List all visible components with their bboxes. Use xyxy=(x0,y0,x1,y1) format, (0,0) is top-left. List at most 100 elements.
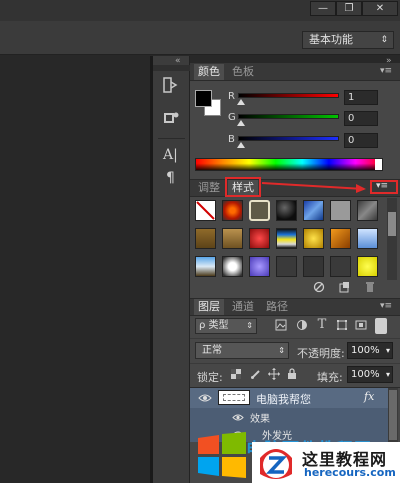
layer-filter-select[interactable]: ρ 类型 ⇕ xyxy=(195,318,257,334)
b-slider-handle[interactable] xyxy=(237,142,245,148)
workspace-value: 基本功能 xyxy=(309,33,353,46)
blend-mode-value: 正常 xyxy=(202,345,222,356)
b-label: B xyxy=(228,134,235,145)
filter-smart-object-icon[interactable] xyxy=(353,319,369,333)
style-swatch-splatter[interactable] xyxy=(222,256,243,277)
updown-arrow-icon: ⇕ xyxy=(380,35,388,45)
close-button[interactable]: ✕ xyxy=(362,1,398,16)
tab-swatches[interactable]: 色板 xyxy=(228,64,258,80)
fill-label: 填充: xyxy=(317,371,343,384)
blend-mode-select[interactable]: 正常 ⇕ xyxy=(195,342,289,359)
filter-shape-icon[interactable] xyxy=(334,319,350,333)
opacity-value: 100% xyxy=(351,345,380,356)
visibility-eye-icon[interactable] xyxy=(198,393,212,403)
delete-style-icon[interactable] xyxy=(362,281,378,295)
watermark-domain-text: herecours.com xyxy=(304,466,396,479)
style-swatch-dark-2[interactable] xyxy=(303,256,324,277)
tab-adjustments[interactable]: 调整 xyxy=(194,180,224,196)
style-swatch-selected[interactable] xyxy=(249,200,270,221)
lock-all-icon[interactable] xyxy=(284,368,300,382)
workspace-switcher[interactable]: 基本功能 ⇕ xyxy=(302,31,394,49)
g-slider-track[interactable] xyxy=(238,114,339,119)
effects-eye-icon[interactable] xyxy=(232,412,244,421)
styles-scrollbar-track[interactable] xyxy=(387,198,397,280)
windows-logo-icon xyxy=(196,432,248,478)
foreground-color-swatch[interactable] xyxy=(195,90,212,107)
style-swatch-rainbow[interactable] xyxy=(276,228,297,249)
style-swatch-landscape[interactable] xyxy=(195,256,216,277)
r-slider-track[interactable] xyxy=(238,93,339,98)
panel-menu-icon[interactable]: ▾≡ xyxy=(380,66,392,76)
lock-pixels-icon[interactable] xyxy=(248,368,264,382)
styles-panel-menu-icon[interactable]: ▾≡ xyxy=(376,181,388,191)
opacity-label: 不透明度: xyxy=(297,347,345,360)
styles-scrollbar-thumb[interactable] xyxy=(388,212,396,236)
style-swatch-fire[interactable] xyxy=(222,200,243,221)
character-icon[interactable]: A| xyxy=(163,147,178,163)
r-value-field[interactable]: 1 xyxy=(344,90,378,105)
filter-pixel-icon[interactable] xyxy=(273,319,289,333)
style-swatch-blue-chrome[interactable] xyxy=(303,200,324,221)
style-swatch-wood[interactable] xyxy=(222,228,243,249)
chevron-down-icon[interactable]: ▾ xyxy=(386,367,390,382)
paragraph-icon[interactable]: ¶ xyxy=(166,170,175,186)
fx-icon[interactable]: fx xyxy=(364,390,374,403)
brand-z-logo-icon xyxy=(256,444,296,482)
tab-color[interactable]: 颜色 xyxy=(194,64,224,80)
chevron-down-icon[interactable]: ▾ xyxy=(386,343,390,358)
g-slider-handle[interactable] xyxy=(237,120,245,126)
filter-adjustment-icon[interactable] xyxy=(294,319,310,333)
effects-row[interactable] xyxy=(190,408,388,426)
lock-position-icon[interactable] xyxy=(266,368,282,382)
style-swatch-sky[interactable] xyxy=(357,228,378,249)
layer-filter-label: ρ 类型 xyxy=(199,320,229,331)
color-spectrum-ramp[interactable] xyxy=(195,158,383,171)
style-none-swatch[interactable] xyxy=(195,200,216,221)
info-icon[interactable] xyxy=(162,109,180,127)
r-slider-handle[interactable] xyxy=(237,99,245,105)
history-icon[interactable] xyxy=(162,76,180,94)
dock-strip xyxy=(153,65,190,71)
lock-label: 锁定: xyxy=(197,371,223,384)
restore-button[interactable]: ❐ xyxy=(336,1,362,16)
new-style-icon[interactable] xyxy=(336,281,352,295)
dock-divider xyxy=(158,138,185,139)
tab-channels[interactable]: 通道 xyxy=(228,299,258,315)
updown-arrow-icon: ⇕ xyxy=(246,321,253,330)
fill-field[interactable]: 100% ▾ xyxy=(347,366,393,383)
layer-name[interactable]: 电脑我帮您 xyxy=(256,391,311,407)
layers-divider-2 xyxy=(190,363,400,364)
document-canvas[interactable] xyxy=(0,56,153,483)
updown-arrow-icon: ⇕ xyxy=(278,346,285,355)
style-swatch-black-glass[interactable] xyxy=(276,200,297,221)
style-swatch-yellow[interactable] xyxy=(357,256,378,277)
b-value-field[interactable]: 0 xyxy=(344,133,378,148)
opacity-field[interactable]: 100% ▾ xyxy=(347,342,393,359)
b-slider-track[interactable] xyxy=(238,136,339,141)
spectrum-white-end[interactable] xyxy=(375,159,382,170)
layers-scrollbar-thumb[interactable] xyxy=(389,390,397,440)
g-label: G xyxy=(228,112,236,123)
tab-layers[interactable]: 图层 xyxy=(194,299,224,315)
style-swatch-purple[interactable] xyxy=(249,256,270,277)
style-swatch-orange-gradient[interactable] xyxy=(330,228,351,249)
tab-paths[interactable]: 路径 xyxy=(262,299,292,315)
g-value-field[interactable]: 0 xyxy=(344,111,378,126)
filter-type-icon[interactable]: T xyxy=(314,318,330,332)
style-swatch-metal[interactable] xyxy=(357,200,378,221)
layer-thumbnail[interactable] xyxy=(218,390,250,405)
styles-tab-highlight-box xyxy=(225,177,261,197)
filter-toggle[interactable] xyxy=(375,318,387,334)
style-swatch-dark-1[interactable] xyxy=(276,256,297,277)
effects-label: 效果 xyxy=(250,414,270,425)
layers-divider-1 xyxy=(190,338,400,339)
clear-style-icon[interactable] xyxy=(311,281,327,295)
lock-transparent-icon[interactable] xyxy=(228,368,244,382)
style-swatch-dark-3[interactable] xyxy=(330,256,351,277)
style-swatch-gray[interactable] xyxy=(330,200,351,221)
minimize-button[interactable]: — xyxy=(310,1,336,16)
style-swatch-red-glass[interactable] xyxy=(249,228,270,249)
style-swatch-bronze[interactable] xyxy=(195,228,216,249)
layers-panel-menu-icon[interactable]: ▾≡ xyxy=(380,301,392,311)
style-swatch-gold[interactable] xyxy=(303,228,324,249)
